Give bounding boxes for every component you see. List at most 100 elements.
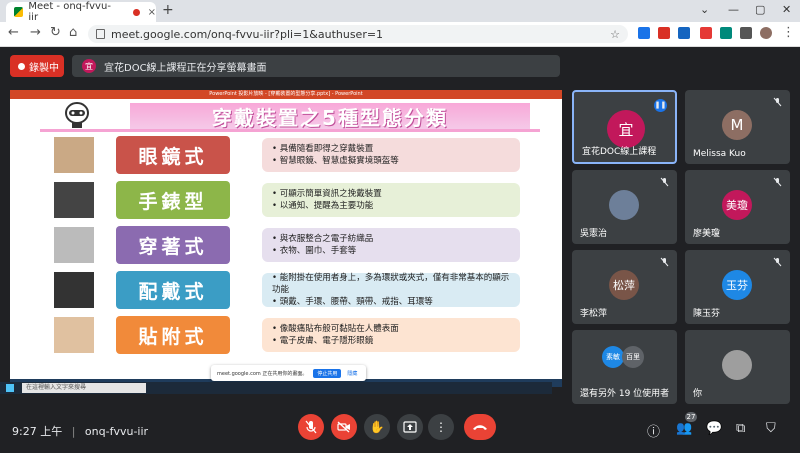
- description-line: • 以通知、提醒為主要功能: [272, 200, 510, 212]
- people-icon: 👥: [676, 421, 693, 436]
- participant-tile[interactable]: 你: [685, 330, 790, 404]
- bullet: •: [272, 324, 280, 334]
- participant-tile[interactable]: 玉芬 陳玉芬: [685, 250, 790, 324]
- leave-call-button[interactable]: [464, 414, 496, 440]
- bookmark-star-icon[interactable]: ☆: [610, 28, 620, 41]
- description-text: 衣物、圍巾、手套等: [279, 246, 357, 256]
- participant-name: 李松萍: [580, 309, 608, 319]
- participant-name: 廖美瓊: [693, 229, 721, 239]
- home-icon[interactable]: ⌂: [69, 25, 77, 40]
- bullet: •: [272, 201, 280, 211]
- description-text: 像酸痛貼布般可黏貼在人體表面: [279, 324, 399, 334]
- bullet: •: [272, 246, 280, 256]
- participant-tile[interactable]: 還有另外 19 位使用者 素敏 百里: [572, 330, 677, 404]
- mic-muted-icon: [660, 257, 669, 270]
- close-window-icon[interactable]: ✕: [782, 3, 791, 16]
- extension-icon[interactable]: [720, 27, 732, 39]
- description-text: 頭戴、手環、腰帶、頸帶、戒指、耳環等: [279, 297, 433, 307]
- participant-avatar: [722, 350, 752, 380]
- minimize-icon[interactable]: —: [728, 3, 739, 16]
- browser-menu-icon[interactable]: ⋮: [782, 25, 795, 40]
- bullet: •: [272, 189, 280, 199]
- device-photo: [54, 182, 94, 218]
- participant-tile[interactable]: M Melissa Kuo: [685, 90, 790, 164]
- more-options-button[interactable]: ⋮: [428, 414, 454, 440]
- extension-icon[interactable]: [638, 27, 650, 39]
- category-label: 手錶型: [116, 181, 230, 219]
- description-line: • 像酸痛貼布般可黏貼在人體表面: [272, 323, 510, 335]
- description-text: 與衣服整合之電子紡織品: [279, 234, 374, 244]
- extension-icon[interactable]: [700, 27, 712, 39]
- tab-close-icon[interactable]: ×: [148, 7, 156, 18]
- powerpoint-titlebar: PowerPoint 投影片放映 - [穿戴裝置的型態分享.pptx] - Po…: [10, 90, 562, 99]
- category-description: • 能附掛在使用者身上，多為環狀或夾式，僅有非常基本的顯示功能 • 頭戴、手環、腰…: [262, 273, 520, 307]
- windows-taskbar: 在這裡輸入文字來搜尋: [0, 382, 552, 394]
- host-controls-button[interactable]: ⛉: [766, 421, 776, 436]
- participant-name: 陳玉芬: [693, 309, 721, 319]
- description-text: 電子皮膚、電子隱形眼鏡: [279, 336, 374, 346]
- participant-name: 還有另外 19 位使用者: [580, 389, 670, 399]
- category-label: 貼附式: [116, 316, 230, 354]
- description-line: • 智慧眼鏡、智慧虛擬實境頭盔等: [272, 155, 510, 167]
- separator: |: [71, 425, 76, 438]
- lock-icon: [96, 29, 105, 39]
- address-bar[interactable]: meet.google.com/onq-fvvu-iir?pli=1&authu…: [88, 25, 628, 43]
- forward-icon[interactable]: →: [30, 25, 41, 40]
- present-screen-icon: [403, 421, 417, 433]
- participant-avatar: [609, 190, 639, 220]
- category-label: 穿著式: [116, 226, 230, 264]
- mic-off-icon: [305, 420, 317, 434]
- participant-name: 吳憲治: [580, 229, 608, 239]
- tab-search-icon[interactable]: ⌄: [700, 3, 709, 16]
- participant-avatar: 美瓊: [722, 190, 752, 220]
- mic-muted-icon: [773, 97, 782, 110]
- extension-icon[interactable]: [658, 27, 670, 39]
- participant-tile[interactable]: 吳憲治: [572, 170, 677, 244]
- title-underline: [40, 129, 540, 132]
- recording-indicator-icon: [133, 8, 140, 16]
- slide-title: 穿戴裝置之5種型態分類: [130, 103, 530, 130]
- description-line: • 能附掛在使用者身上，多為環狀或夾式，僅有非常基本的顯示功能: [272, 272, 510, 296]
- maximize-icon[interactable]: ▢: [755, 3, 765, 16]
- activities-icon: ⧉: [736, 421, 746, 436]
- hide-notice-button[interactable]: 隱藏: [347, 370, 357, 377]
- puzzle-icon[interactable]: [740, 27, 752, 39]
- recording-button[interactable]: 錄製中: [10, 55, 64, 77]
- screen-share-notice: meet.google.com 正在共用你的畫面。 停止共用 隱藏: [211, 365, 366, 381]
- profile-avatar[interactable]: [760, 27, 772, 39]
- microphone-off-button[interactable]: [298, 414, 324, 440]
- bullet: •: [272, 156, 280, 166]
- windows-start-icon[interactable]: [6, 384, 14, 392]
- bullet: •: [272, 273, 280, 283]
- raise-hand-button[interactable]: ✋: [364, 414, 390, 440]
- info-icon: ⓘ: [647, 425, 661, 440]
- participant-tile[interactable]: 美瓊 廖美瓊: [685, 170, 790, 244]
- taskbar-search-input[interactable]: 在這裡輸入文字來搜尋: [22, 383, 146, 393]
- more-vert-icon: ⋮: [435, 420, 447, 434]
- new-tab-button[interactable]: +: [162, 2, 174, 18]
- extension-icon[interactable]: [678, 27, 690, 39]
- people-button[interactable]: 👥: [676, 421, 692, 436]
- activities-button[interactable]: ⧉: [736, 421, 745, 436]
- hang-up-icon: [473, 425, 487, 430]
- participant-tile[interactable]: 宜 ❚❚ 宜花DOC線上課程: [572, 90, 677, 164]
- bullet: •: [272, 297, 280, 307]
- chat-button[interactable]: 💬: [706, 421, 722, 436]
- description-text: 以通知、提醒為主要功能: [279, 201, 374, 211]
- meeting-details-button[interactable]: ⓘ: [647, 421, 660, 440]
- browser-tab[interactable]: Meet - onq-fvvu-iir ×: [6, 1, 156, 23]
- present-now-button[interactable]: [397, 414, 423, 440]
- camera-off-button[interactable]: [331, 414, 357, 440]
- reload-icon[interactable]: ↻: [50, 25, 61, 40]
- participant-tile[interactable]: 松萍 李松萍: [572, 250, 677, 324]
- robot-mascot-icon: [65, 102, 89, 128]
- back-icon[interactable]: ←: [8, 25, 19, 40]
- mic-muted-icon: [773, 257, 782, 270]
- category-description: • 與衣服整合之電子紡織品 • 衣物、圍巾、手套等: [262, 228, 520, 262]
- stop-sharing-button[interactable]: 停止共用: [313, 368, 342, 378]
- slide: 穿戴裝置之5種型態分類 眼鏡式 • 具備隨看即得之穿戴裝置 • 智慧眼鏡、智慧虛擬實…: [40, 99, 540, 377]
- meeting-code: onq-fvvu-iir: [84, 425, 149, 438]
- description-text: 智慧眼鏡、智慧虛擬實境頭盔等: [279, 156, 399, 166]
- tab-title: Meet - onq-fvvu-iir: [28, 1, 111, 23]
- clock-time: 9:27 上午: [12, 425, 63, 438]
